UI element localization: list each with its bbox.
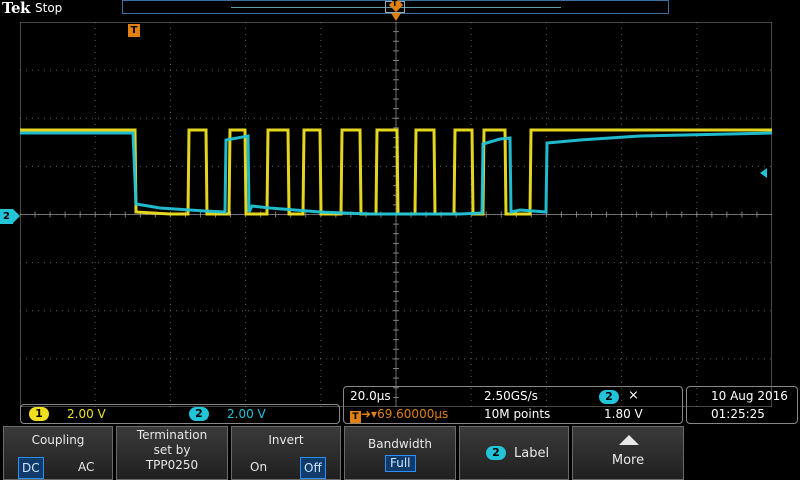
termination-menu-button[interactable]: Termination set by TPP0250	[116, 426, 228, 480]
ch1-scale[interactable]: 2.00 V	[67, 407, 106, 421]
termination-line1: Termination	[136, 428, 208, 442]
trigger-slope-icon: ⨯	[628, 388, 639, 403]
trigger-level[interactable]: 1.80 V	[604, 407, 643, 421]
waveform-graticule[interactable]	[20, 22, 772, 407]
channel-readout: 1 2.00 V 2 2.00 V	[20, 404, 340, 424]
ch2-marker-arrow-icon	[13, 209, 20, 223]
trigger-position-marker[interactable]: T	[388, 0, 404, 22]
record-length: 10M points	[484, 407, 551, 421]
trigger-time-marker[interactable]: T	[128, 24, 140, 37]
ch2-badge[interactable]: 2	[189, 407, 209, 421]
coupling-ac-option[interactable]: AC	[78, 457, 94, 477]
trigger-level-marker-icon[interactable]	[760, 168, 767, 178]
termination-line2: set by	[153, 443, 191, 457]
acquisition-readout: 20.0µs 2.50GS/s T ➜▾69.60000µs 10M points…	[343, 386, 683, 424]
termination-line3: TPP0250	[145, 458, 199, 472]
coupling-dc-option[interactable]: DC	[18, 457, 44, 479]
date: 10 Aug 2016	[711, 389, 788, 403]
label-text: Label	[514, 446, 550, 461]
ch2-scale[interactable]: 2.00 V	[227, 407, 266, 421]
more-text: More	[611, 453, 645, 468]
invert-menu-button[interactable]: Invert On Off	[231, 426, 341, 480]
trigger-position-arrow-icon	[391, 13, 401, 21]
coupling-title: Coupling	[31, 433, 85, 447]
ch2-marker-label: 2	[0, 209, 13, 224]
ch2-ground-marker[interactable]: 2	[0, 209, 22, 224]
trigger-delay-icon: T	[350, 411, 361, 423]
trigger-delay-arrow-icon: ➜▾	[361, 407, 378, 421]
datetime-readout: 10 Aug 2016 01:25:25	[686, 386, 798, 424]
trigger-source-badge[interactable]: 2	[599, 390, 619, 404]
trigger-position-label: T	[392, 0, 398, 8]
invert-off-option[interactable]: Off	[300, 457, 326, 479]
sample-rate: 2.50GS/s	[484, 389, 538, 403]
label-ch2-badge: 2	[486, 446, 506, 460]
trigger-delay[interactable]: T ➜▾69.60000µs	[350, 407, 448, 423]
trigger-delay-value: 69.60000µs	[377, 407, 449, 421]
invert-title: Invert	[268, 433, 304, 447]
bandwidth-menu-button[interactable]: Bandwidth Full	[344, 426, 456, 480]
horizontal-scale[interactable]: 20.0µs	[350, 389, 391, 403]
run-state: Stop	[35, 1, 63, 15]
more-up-icon	[619, 435, 639, 445]
more-menu-button[interactable]: More	[572, 426, 684, 480]
bandwidth-title: Bandwidth	[368, 437, 432, 451]
invert-on-option[interactable]: On	[250, 457, 267, 477]
time: 01:25:25	[711, 407, 765, 421]
coupling-menu-button[interactable]: Coupling DC AC	[3, 426, 113, 480]
bandwidth-value: Full	[385, 455, 416, 472]
ch1-badge[interactable]: 1	[29, 407, 49, 421]
label-menu-button[interactable]: 2 Label	[459, 426, 569, 480]
brand-logo: Tek	[2, 0, 30, 17]
